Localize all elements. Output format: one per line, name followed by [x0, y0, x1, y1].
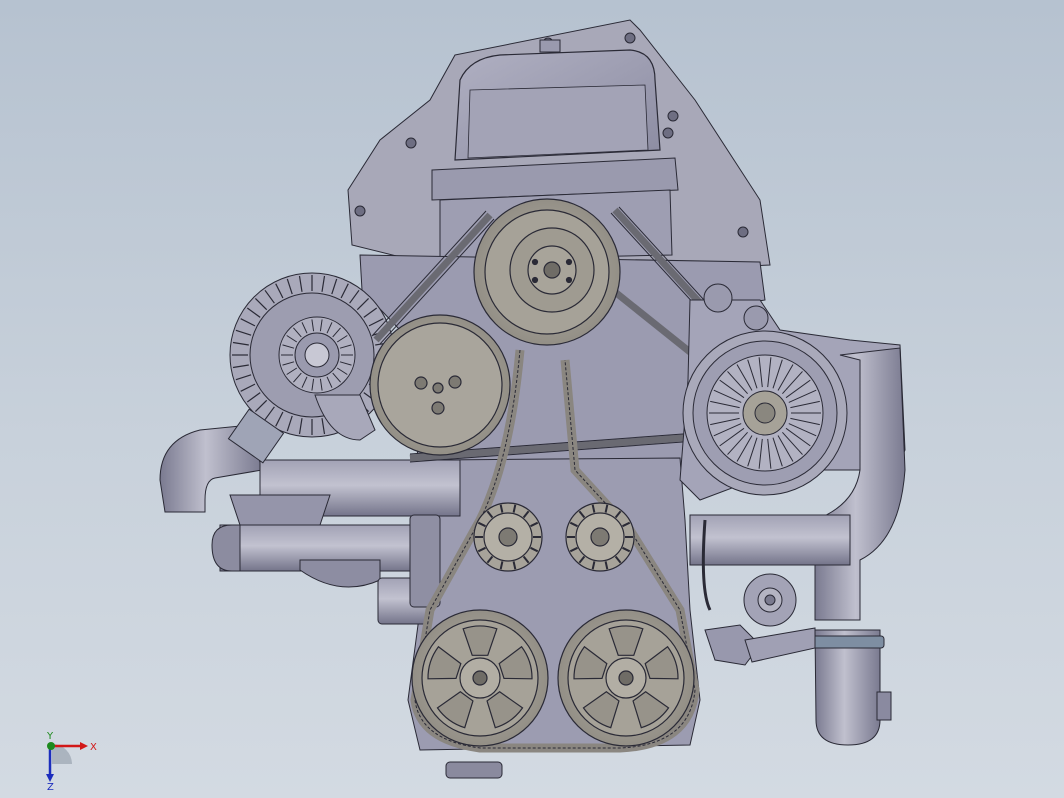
cad-viewport[interactable]: X Y Z	[0, 0, 1064, 798]
y-axis-dot	[47, 742, 55, 750]
x-axis-label: X	[90, 742, 97, 753]
timing-idler-left	[473, 502, 543, 572]
axis-triad: X Y Z	[46, 731, 97, 790]
left-turbo-filter	[227, 272, 395, 464]
z-axis-arrow	[46, 774, 54, 782]
engine-model[interactable]	[0, 0, 1064, 798]
x-axis-arrow	[80, 742, 88, 750]
crank-pulley	[369, 314, 511, 456]
oil-plug	[445, 761, 503, 779]
z-axis-label: Z	[47, 782, 54, 790]
timing-idler-right	[565, 502, 635, 572]
y-axis-label: Y	[46, 731, 54, 742]
water-pump-pulley	[473, 198, 621, 346]
